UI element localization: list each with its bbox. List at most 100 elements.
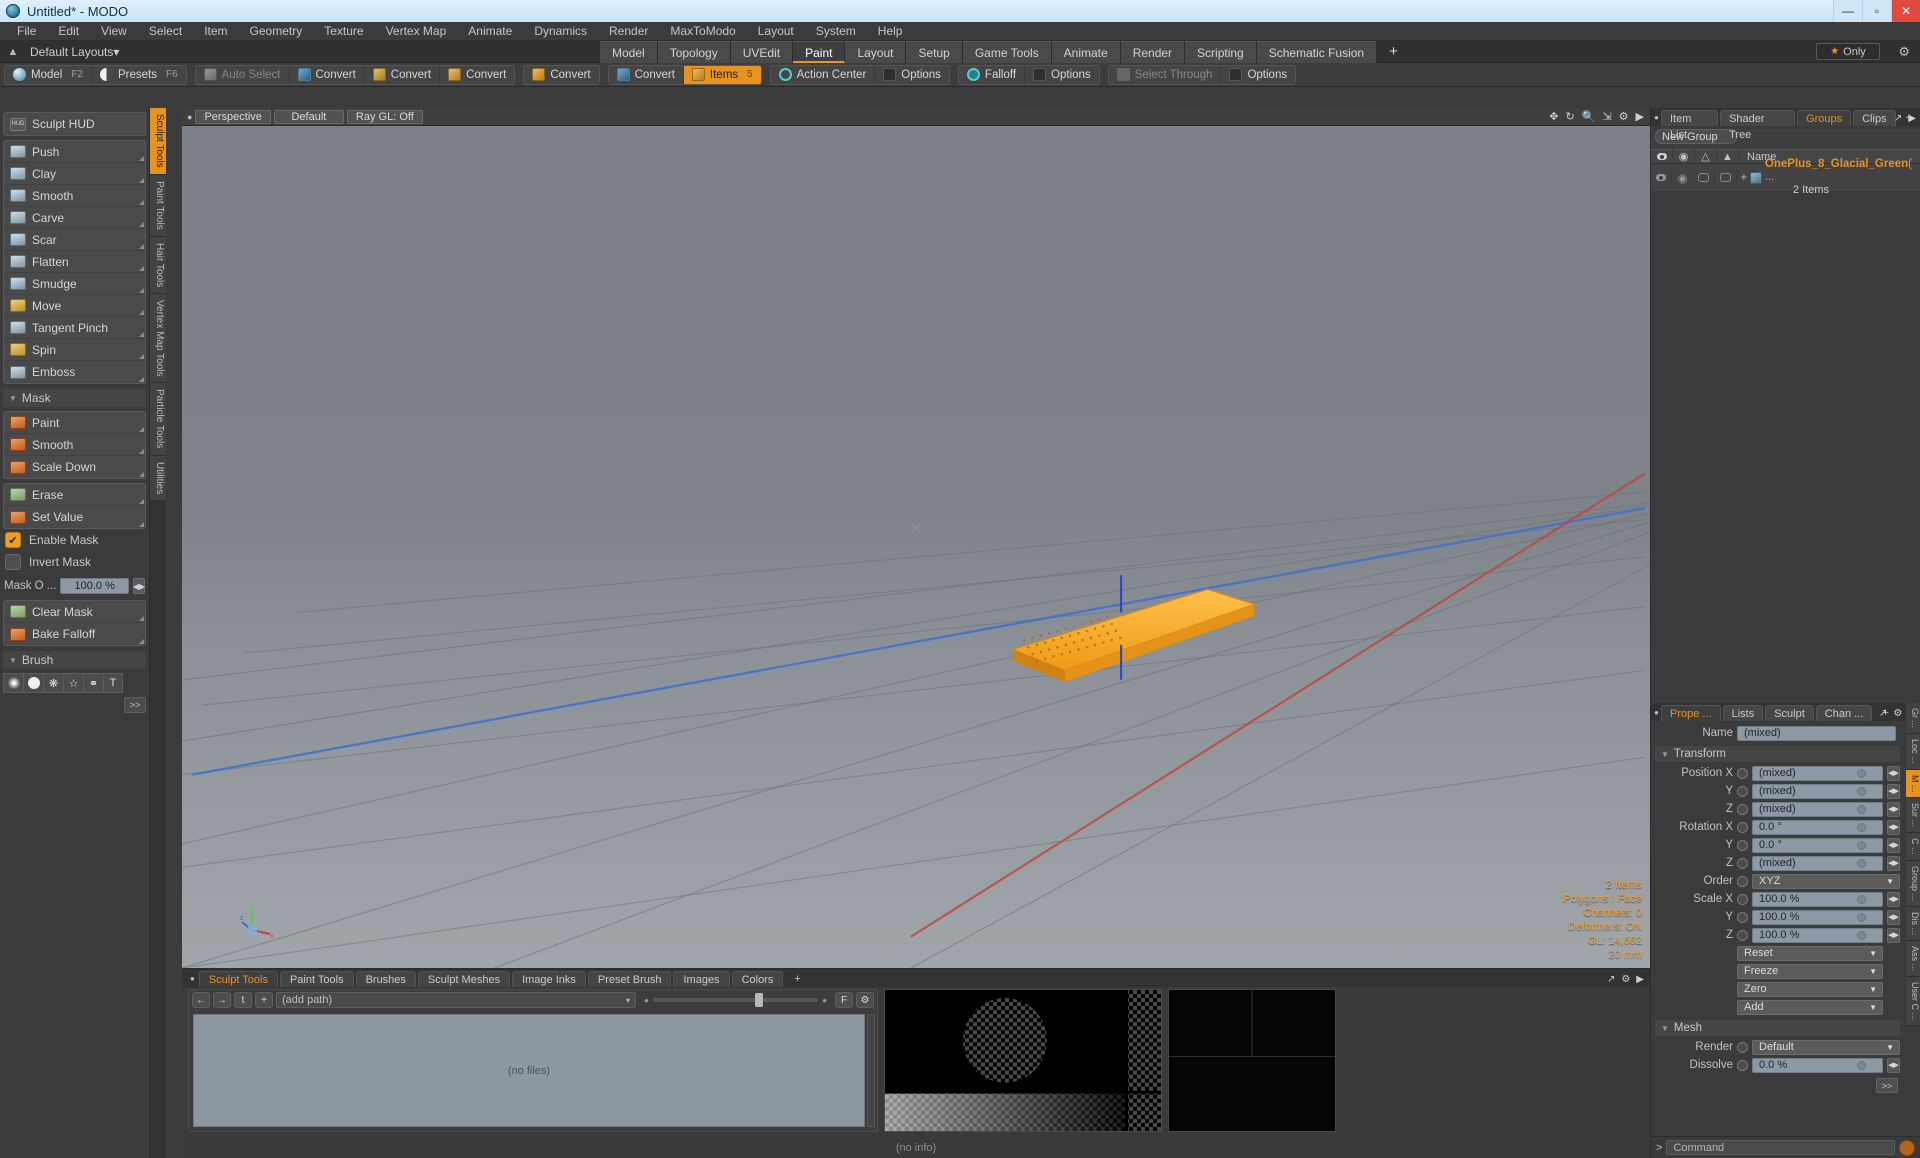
property-value-y[interactable]: 100.0 %	[1752, 909, 1883, 925]
menu-view[interactable]: View	[90, 22, 138, 41]
sculpt-hud-button[interactable]: HUD Sculpt HUD	[4, 113, 145, 135]
property-value-z[interactable]: 100.0 %	[1752, 927, 1883, 943]
vertical-tab-vertex-map-tools[interactable]: Vertex Map Tools	[150, 293, 166, 384]
property-side-tab-loc-[interactable]: Loc ...	[1906, 734, 1920, 770]
property-side-tab-dis-[interactable]: Dis ...	[1906, 906, 1920, 941]
default-layouts-menu[interactable]: Default Layouts▾	[26, 45, 119, 59]
property-side-tab-c-[interactable]: C ...	[1906, 833, 1920, 861]
popup-corner-icon[interactable]	[139, 156, 144, 161]
mode-tab-topology[interactable]: Topology	[657, 41, 731, 63]
slider-knob[interactable]	[755, 993, 764, 1007]
fit-icon[interactable]: ⇲	[1602, 110, 1611, 123]
channel-dot-icon[interactable]	[1737, 839, 1748, 851]
popup-corner-icon[interactable]	[139, 499, 144, 504]
viewport-3d[interactable]: ✕ y x z 2 Items Polygons: Face Channels…	[182, 126, 1650, 968]
right-tab-shader-tree[interactable]: Shader Tree	[1720, 110, 1796, 141]
action-menu-reset-dropdown[interactable]: Reset ▼	[1737, 945, 1883, 961]
mask-tool-erase[interactable]: Erase	[4, 484, 145, 506]
right-tab-groups[interactable]: Groups	[1797, 110, 1852, 126]
browser-scrollbar[interactable]	[867, 1014, 875, 1127]
mode-tab-setup[interactable]: Setup	[906, 41, 963, 63]
sculpt-tool-smudge[interactable]: Smudge	[4, 273, 145, 295]
group-list-row[interactable]: ◉ + OnePlus_8_Glacial_Green( ... 2 Items	[1651, 158, 1920, 196]
browser-gear-icon[interactable]: ⚙	[856, 992, 874, 1008]
channel-dot-icon[interactable]	[1737, 911, 1748, 923]
command-go-button[interactable]	[1899, 1139, 1915, 1156]
popup-corner-icon[interactable]	[139, 288, 144, 293]
enable-mask-checkbox[interactable]: ✔	[5, 532, 21, 548]
expand-icon[interactable]: ↗	[1879, 708, 1887, 719]
viewport-menu-icon[interactable]: ●	[187, 112, 192, 122]
action-menu-zero-dropdown[interactable]: Zero ▼	[1737, 981, 1883, 997]
mode-tab-render[interactable]: Render	[1120, 41, 1186, 63]
menu-vertex-map[interactable]: Vertex Map	[375, 22, 458, 41]
value-stepper[interactable]: ◀▶	[1887, 801, 1900, 817]
channel-dot-icon[interactable]	[1737, 803, 1748, 815]
zoom-icon[interactable]: 🔍	[1582, 110, 1596, 123]
toolbar-options-button[interactable]: Options	[875, 66, 949, 84]
bottom-tab-sculpt-meshes[interactable]: Sculpt Meshes	[417, 971, 511, 987]
channel-dot-icon[interactable]	[1737, 767, 1748, 779]
invert-mask-checkbox[interactable]	[5, 554, 21, 570]
brush-preview-pane[interactable]	[884, 989, 1162, 1132]
popup-corner-icon[interactable]	[139, 449, 144, 454]
property-value-z[interactable]: (mixed)	[1752, 855, 1883, 871]
value-stepper[interactable]: ◀▶	[1887, 1057, 1900, 1073]
star-brush-icon[interactable]: ☆	[63, 673, 83, 693]
property-side-tab-ass-[interactable]: Ass ...	[1906, 940, 1920, 977]
popup-corner-icon[interactable]	[139, 427, 144, 432]
row-render-icon[interactable]: ◉	[1672, 170, 1694, 185]
mask-opacity-stepper[interactable]: ◀▶	[133, 578, 145, 594]
curve-brush-icon[interactable]: ⚭	[83, 673, 103, 693]
mesh-section-header[interactable]: ▼ Mesh	[1655, 1020, 1900, 1036]
toolbar-options-button[interactable]: Options	[1221, 66, 1295, 84]
property-side-tab-m-[interactable]: M ...	[1906, 769, 1920, 799]
toolbar-options-button[interactable]: Options	[1025, 66, 1099, 84]
property-value-y[interactable]: (mixed)	[1752, 783, 1883, 799]
properties-menu-icon[interactable]: ●	[1654, 708, 1659, 717]
menu-texture[interactable]: Texture	[313, 22, 374, 41]
mode-tab-animate[interactable]: Animate	[1051, 41, 1121, 63]
property-value-order[interactable]: XYZ ▼	[1752, 873, 1900, 889]
bottom-tab--[interactable]: +	[785, 971, 809, 987]
value-stepper[interactable]: ◀▶	[1887, 855, 1900, 871]
sculpt-tool-smooth[interactable]: Smooth	[4, 185, 145, 207]
menu-item[interactable]: Item	[193, 22, 238, 41]
hard-brush-icon[interactable]	[23, 673, 43, 693]
soft-brush-icon[interactable]	[3, 673, 23, 693]
toolbar-convert-button[interactable]: Convert	[365, 65, 441, 84]
bottom-tab-brushes[interactable]: Brushes	[355, 971, 416, 987]
value-stepper[interactable]: ◀▶	[1887, 837, 1900, 853]
action-menu-freeze-dropdown[interactable]: Freeze ▼	[1737, 963, 1883, 979]
sculpt-tool-move[interactable]: Move	[4, 295, 145, 317]
right-panel-menu-icon[interactable]: ●	[1654, 113, 1659, 122]
property-value-dissolve[interactable]: 0.0 %	[1752, 1057, 1883, 1073]
value-stepper[interactable]: ◀▶	[1887, 783, 1900, 799]
menu-animate[interactable]: Animate	[457, 22, 523, 41]
sculpt-tool-push[interactable]: Push	[4, 141, 145, 163]
popup-corner-icon[interactable]	[139, 616, 144, 621]
path-dropdown[interactable]: (add path) ▾	[276, 992, 636, 1008]
menu-render[interactable]: Render	[598, 22, 659, 41]
popup-corner-icon[interactable]	[139, 310, 144, 315]
property-value-z[interactable]: (mixed)	[1752, 801, 1883, 817]
toolbar-action-center-button[interactable]: Action Center	[771, 65, 876, 84]
chevron-right-icon[interactable]: ▶	[1908, 113, 1916, 124]
vertical-tab-hair-tools[interactable]: Hair Tools	[150, 236, 166, 294]
toolbar-convert-button[interactable]: Convert	[609, 65, 684, 84]
menu-edit[interactable]: Edit	[47, 22, 90, 41]
property-value-position-x[interactable]: (mixed)	[1752, 765, 1883, 781]
collapse-icon[interactable]: ▲	[0, 46, 26, 58]
vertical-tab-particle-tools[interactable]: Particle Tools	[150, 383, 166, 456]
sculpt-tool-clay[interactable]: Clay	[4, 163, 145, 185]
channel-dot-icon[interactable]	[1737, 929, 1748, 941]
property-value-scale-x[interactable]: 100.0 %	[1752, 891, 1883, 907]
menu-system[interactable]: System	[805, 22, 867, 41]
property-tab-chan-[interactable]: Chan ...	[1815, 705, 1873, 721]
right-tab-clips[interactable]: Clips	[1853, 110, 1896, 126]
invert-mask-row[interactable]: Invert Mask	[0, 551, 149, 573]
menu-maxtomodo[interactable]: MaxToModo	[659, 22, 746, 41]
toolbar-falloff-button[interactable]: Falloff	[959, 65, 1026, 84]
left-panel-more-button[interactable]: >>	[124, 697, 146, 713]
mode-tab-layout[interactable]: Layout	[845, 41, 907, 63]
